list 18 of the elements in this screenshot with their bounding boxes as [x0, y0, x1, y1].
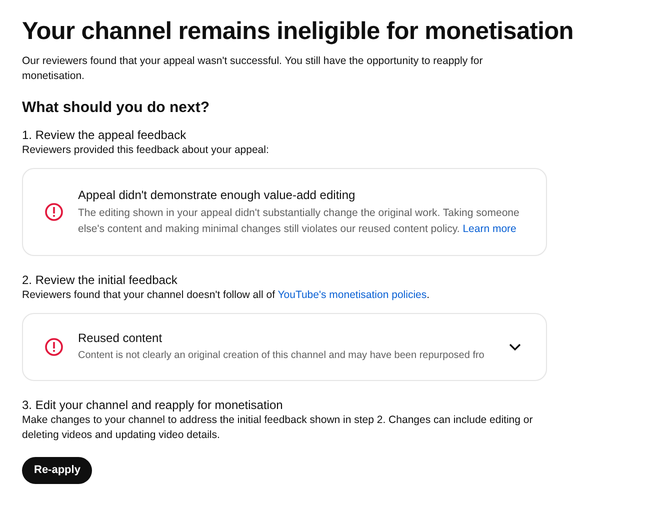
card-title: Appeal didn't demonstrate enough value-add editing — [78, 187, 356, 203]
step-description: Make changes to your channel to address the initial feedback shown in step 2. Changes can include editing or deleting videos and updating video details. — [22, 413, 534, 443]
reapply-button[interactable]: Re-apply — [22, 457, 92, 484]
step-heading: 2. Review the initial feedback — [22, 272, 178, 288]
intro-text: Our reviewers found that your appeal wasn't successful. You still have the opportunity to reapply for monetisation. — [22, 54, 484, 84]
step-heading: 3. Edit your channel and reapply for monetisation — [22, 397, 284, 413]
page-title: Your channel remains ineligible for monetisation — [22, 17, 574, 47]
learn-more-link[interactable]: Learn more — [462, 223, 516, 235]
card-body: Content is not clearly an original creation of this channel and may have been repurposed fro — [78, 349, 486, 363]
section-heading: What should you do next? — [22, 98, 210, 118]
alert-icon — [44, 202, 64, 222]
alert-icon — [44, 337, 64, 357]
step-description: Reviewers found that your channel doesn't follow all of YouTube's monetisation policies. — [22, 288, 431, 303]
card-body: The editing shown in your appeal didn't substantially change the original work. Taking someone else's content and making minimal changes still violates our reused content policy. Learn more — [78, 206, 520, 237]
card-title: Reused content — [78, 330, 164, 346]
step-description: Reviewers provided this feedback about your appeal: — [22, 143, 270, 158]
step-heading: 1. Review the appeal feedback — [22, 127, 188, 143]
policies-link[interactable]: YouTube's monetisation policies — [278, 289, 427, 301]
